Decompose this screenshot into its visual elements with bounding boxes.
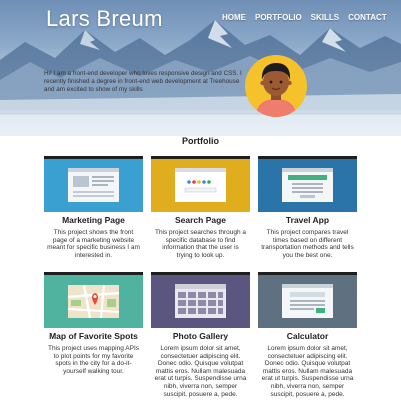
site-title: Lars Breum (46, 6, 163, 31)
project-thumbnail[interactable] (258, 156, 357, 212)
project-title[interactable]: Map of Favorite Spots (44, 331, 143, 341)
travel-app-mockup-icon (282, 168, 333, 202)
project-title[interactable]: Calculator (258, 331, 357, 341)
search-page-mockup-icon (175, 168, 226, 202)
nav-portfolio[interactable]: PORTFOLIO (255, 13, 302, 22)
project-description: This project uses mapping APIs to plot p… (47, 345, 140, 375)
project-description: This project shows the front page of a m… (47, 229, 140, 259)
project-card-calculator[interactable]: Calculator Lorem ipsum dolor sit amet, c… (258, 272, 357, 398)
project-title[interactable]: Search Page (151, 215, 250, 225)
project-thumbnail[interactable] (151, 156, 250, 212)
avatar (245, 55, 307, 117)
project-description: Lorem ipsum dolor sit amet, consectetuer… (154, 345, 247, 398)
photo-gallery-mockup-icon (175, 284, 226, 318)
hero-banner: Lars Breum HOME PORTFOLIO SKILLS CONTACT… (0, 0, 401, 136)
project-title[interactable]: Travel App (258, 215, 357, 225)
project-title[interactable]: Photo Gallery (151, 331, 250, 341)
project-thumbnail[interactable] (258, 272, 357, 328)
project-description: This project compares travel times based… (261, 229, 354, 259)
portfolio-heading: Portfolio (182, 136, 219, 146)
project-card-travel-app[interactable]: Travel App This project compares travel … (258, 156, 357, 259)
calculator-mockup-icon (282, 284, 333, 318)
project-card-marketing-page[interactable]: Marketing Page This project shows the fr… (44, 156, 143, 259)
map-pin-icon (67, 284, 120, 319)
nav-home[interactable]: HOME (222, 13, 246, 22)
project-title[interactable]: Marketing Page (44, 215, 143, 225)
project-card-photo-gallery[interactable]: Photo Gallery Lorem ipsum dolor sit amet… (151, 272, 250, 398)
project-thumbnail[interactable] (44, 272, 143, 328)
bio-text: Hi! I am a front-end developer who loves… (44, 70, 242, 93)
nav-skills[interactable]: SKILLS (311, 13, 339, 22)
nav-contact[interactable]: CONTACT (348, 13, 387, 22)
webpage-mockup-icon (68, 168, 119, 202)
project-thumbnail[interactable] (44, 156, 143, 212)
project-thumbnail[interactable] (151, 272, 250, 328)
project-description: Lorem ipsum dolor sit amet, consectetuer… (261, 345, 354, 398)
project-description: This project searches through a specific… (154, 229, 247, 259)
project-card-map-of-favorite-spots[interactable]: Map of Favorite Spots This project uses … (44, 272, 143, 375)
project-card-search-page[interactable]: Search Page This project searches throug… (151, 156, 250, 259)
main-nav: HOME PORTFOLIO SKILLS CONTACT (222, 13, 387, 22)
